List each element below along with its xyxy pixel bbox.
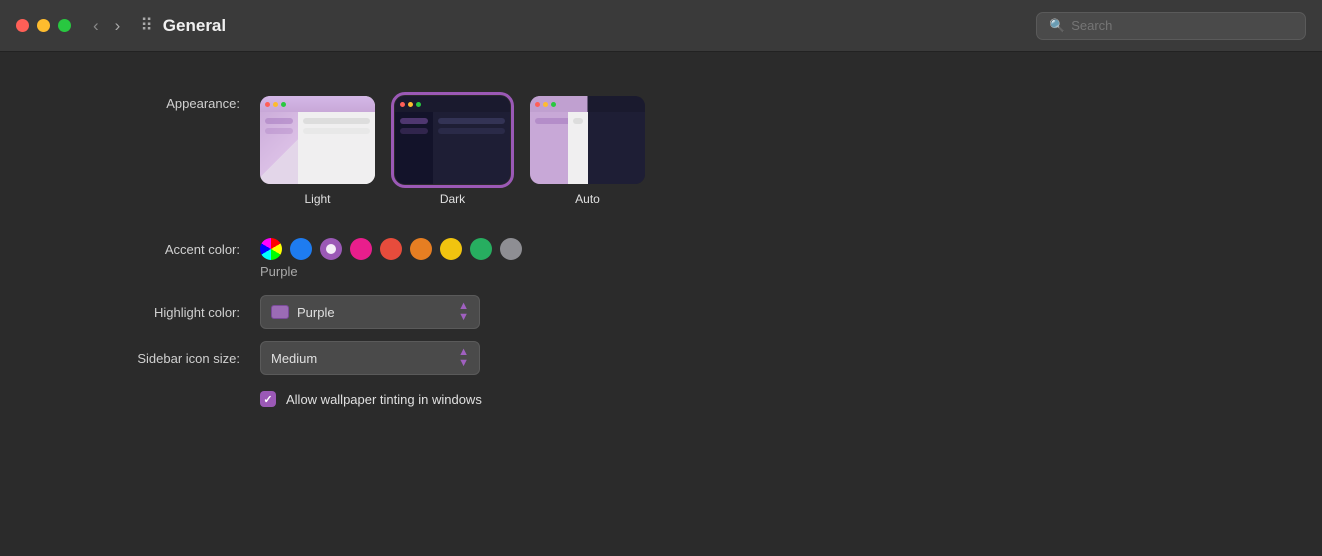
sidebar-icon-size-label: Sidebar icon size: [80,351,240,366]
close-button[interactable] [16,19,29,32]
highlight-color-row: Highlight color: Purple ▲ ▼ [0,289,1322,335]
appearance-option-light-label: Light [304,192,330,206]
accent-orange-button[interactable] [410,238,432,260]
appearance-thumb-light [260,96,375,184]
mini-dot-red-auto [535,102,540,107]
zoom-button[interactable] [58,19,71,32]
mini-content-dark [433,112,510,184]
sidebar-icon-size-row: Sidebar icon size: Medium ▲ ▼ [0,335,1322,381]
accent-multicolor-button[interactable] [260,238,282,260]
search-box[interactable]: 🔍 [1036,12,1306,40]
appearance-option-light[interactable]: Light [260,96,375,206]
search-input[interactable] [1071,18,1293,33]
accent-purple-button[interactable] [320,238,342,260]
mini-titlebar-auto [530,96,645,112]
wallpaper-tinting-checkbox[interactable]: ✓ [260,391,276,407]
mini-content-light [298,112,375,184]
forward-button[interactable]: › [109,15,127,36]
nav-buttons: ‹ › [87,15,126,36]
sidebar-icon-size-dropdown-left: Medium [271,351,317,366]
mini-sidebar-light [260,112,298,184]
appearance-thumb-auto [530,96,645,184]
appearance-option-dark[interactable]: Dark [395,96,510,206]
sidebar-icon-size-arrows-icon: ▲ ▼ [458,347,469,369]
minimize-button[interactable] [37,19,50,32]
accent-color-row: Accent color: [0,220,1322,264]
highlight-color-dropdown[interactable]: Purple ▲ ▼ [260,295,480,329]
accent-yellow-button[interactable] [440,238,462,260]
appearance-option-dark-label: Dark [440,192,465,206]
appearance-option-auto[interactable]: Auto [530,96,645,206]
mini-dot-yellow-auto [543,102,548,107]
mini-dot-red-dark [400,102,405,107]
grid-icon[interactable]: ⠿ [140,16,152,36]
accent-blue-button[interactable] [290,238,312,260]
highlight-color-label: Highlight color: [80,305,240,320]
accent-color-label: Accent color: [80,242,240,257]
mini-dot-green-dark [416,102,421,107]
back-button[interactable]: ‹ [87,15,105,36]
highlight-color-dropdown-left: Purple [271,305,335,320]
mini-dot-green-auto [551,102,556,107]
appearance-row: Appearance: [0,82,1322,220]
mini-sidebar-dark [395,112,433,184]
accent-green-button[interactable] [470,238,492,260]
accent-pink-button[interactable] [350,238,372,260]
highlight-color-value: Purple [297,305,335,320]
page-title: General [163,16,1036,36]
titlebar: ‹ › ⠿ General 🔍 [0,0,1322,52]
mini-window-auto [530,96,645,184]
appearance-options: Light [260,96,645,206]
mini-titlebar-dark [395,96,510,112]
wallpaper-tinting-label: Allow wallpaper tinting in windows [286,392,482,407]
accent-red-button[interactable] [380,238,402,260]
mini-window-dark [395,96,510,184]
wallpaper-tinting-row: ✓ Allow wallpaper tinting in windows [0,381,1322,417]
sidebar-icon-size-dropdown[interactable]: Medium ▲ ▼ [260,341,480,375]
accent-selected-name-row: Purple [0,264,1322,289]
accent-graphite-button[interactable] [500,238,522,260]
highlight-color-arrows-icon: ▲ ▼ [458,301,469,323]
mini-window-light [260,96,375,184]
traffic-lights [16,19,71,32]
appearance-thumb-dark [395,96,510,184]
mini-dot-yellow-dark [408,102,413,107]
appearance-option-auto-label: Auto [575,192,600,206]
accent-selected-name: Purple [260,264,298,279]
mini-titlebar-light [260,96,375,112]
appearance-label: Appearance: [80,96,240,111]
checkbox-check-icon: ✓ [263,393,272,406]
sidebar-icon-size-value: Medium [271,351,317,366]
highlight-color-swatch [271,305,289,319]
mini-dot-yellow-light [273,102,278,107]
content-area: Appearance: [0,52,1322,447]
mini-dot-green-light [281,102,286,107]
search-icon: 🔍 [1049,18,1065,34]
mini-dot-red-light [265,102,270,107]
accent-colors [260,238,522,260]
